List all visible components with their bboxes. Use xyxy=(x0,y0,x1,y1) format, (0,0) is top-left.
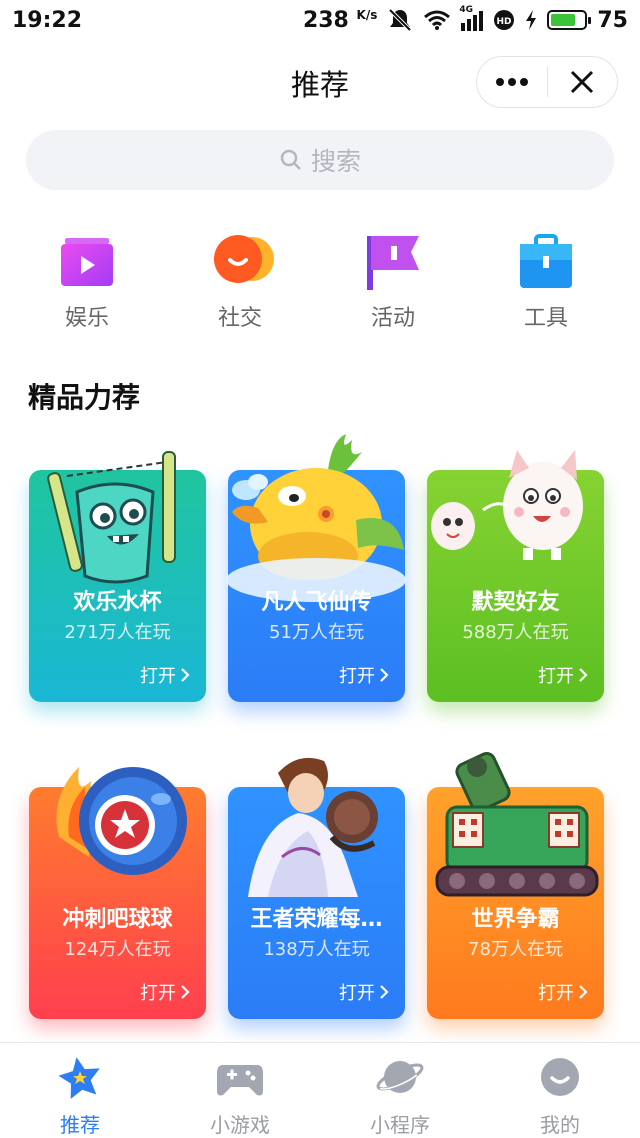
game-title: 王者荣耀每… xyxy=(250,907,383,932)
open-label: 打开 xyxy=(538,983,574,1004)
chevron-right-icon xyxy=(181,668,190,682)
search-icon xyxy=(280,149,301,170)
network-speed-value: 238 xyxy=(302,7,349,33)
game-card[interactable]: 默契好友 588万人在玩 打开 xyxy=(427,450,604,702)
game-title: 欢乐水杯 xyxy=(73,590,162,615)
game-players: 51万人在玩 xyxy=(269,622,364,643)
more-button[interactable] xyxy=(477,57,547,107)
tab-minigames[interactable]: 小游戏 xyxy=(180,1055,300,1138)
play-icon xyxy=(55,232,119,292)
chevron-right-icon xyxy=(181,985,190,999)
game-card[interactable]: 凡人飞仙传 51万人在玩 打开 xyxy=(226,434,406,702)
close-icon xyxy=(571,70,594,94)
category-label: 活动 xyxy=(370,306,415,331)
network-speed-unit: K/s xyxy=(356,7,378,22)
section-title: 精品力荐 xyxy=(28,381,141,414)
battery-icon xyxy=(547,10,592,30)
open-button[interactable]: 打开 xyxy=(140,662,190,688)
game-title: 默契好友 xyxy=(471,590,560,615)
game-players: 271万人在玩 xyxy=(64,622,171,643)
category-label: 社交 xyxy=(217,306,262,331)
hd-icon: HD xyxy=(494,10,515,30)
chevron-right-icon xyxy=(380,668,389,682)
tab-me[interactable]: 我的 xyxy=(500,1055,620,1138)
game-players: 588万人在玩 xyxy=(462,622,569,643)
bottom-tab-bar: 推荐 小游戏 小程序 我的 xyxy=(0,1042,640,1138)
battery-fill xyxy=(551,14,576,26)
status-time: 19:22 xyxy=(12,7,83,33)
open-label: 打开 xyxy=(339,666,375,687)
game-title: 冲刺吧球球 xyxy=(62,907,173,932)
menu-capsule xyxy=(476,56,618,108)
tab-recommend[interactable]: 推荐 xyxy=(20,1055,140,1138)
category-row: 娱乐 社交 活动 工具 xyxy=(0,232,640,332)
header: 推荐 xyxy=(0,50,640,112)
gamepad-icon xyxy=(217,1065,263,1096)
open-button[interactable]: 打开 xyxy=(339,662,389,688)
flag-icon xyxy=(361,232,425,292)
toolbox-icon xyxy=(514,232,578,292)
game-card[interactable]: 王者荣耀每… 138万人在玩 打开 xyxy=(228,757,405,1019)
category-activity[interactable]: 活动 xyxy=(333,232,453,332)
smile-face-icon xyxy=(541,1058,579,1096)
game-title: 凡人飞仙传 xyxy=(261,590,372,615)
open-button[interactable]: 打开 xyxy=(339,979,389,1005)
open-label: 打开 xyxy=(538,666,574,687)
tab-label: 推荐 xyxy=(60,1113,100,1137)
tab-label: 小程序 xyxy=(370,1113,430,1137)
category-entertainment[interactable]: 娱乐 xyxy=(27,232,147,332)
game-players: 138万人在玩 xyxy=(263,939,370,960)
wifi-icon xyxy=(424,10,451,30)
chat-bubble-icon xyxy=(208,232,274,292)
category-label: 娱乐 xyxy=(64,306,109,331)
open-button[interactable]: 打开 xyxy=(538,662,588,688)
open-label: 打开 xyxy=(140,666,176,687)
open-button[interactable]: 打开 xyxy=(140,979,190,1005)
star-icon xyxy=(58,1057,100,1099)
open-button[interactable]: 打开 xyxy=(538,979,588,1005)
game-title: 世界争霸 xyxy=(471,907,560,932)
more-dots-icon xyxy=(495,78,528,86)
status-indicators: 238 K/s 4G HD 75 xyxy=(303,5,628,33)
status-bar: 19:22 238 K/s 4G HD 75 xyxy=(0,0,640,40)
mute-icon xyxy=(388,8,412,32)
game-card[interactable]: 世界争霸 78万人在玩 打开 xyxy=(427,752,604,1019)
search-placeholder: 搜索 xyxy=(310,147,361,176)
game-players: 124万人在玩 xyxy=(64,939,171,960)
game-card[interactable]: 冲刺吧球球 124万人在玩 打开 xyxy=(29,767,206,1019)
svg-text:HD: HD xyxy=(497,17,512,27)
open-label: 打开 xyxy=(140,983,176,1004)
category-tools[interactable]: 工具 xyxy=(486,232,606,332)
network-type: 4G xyxy=(459,5,474,15)
chevron-right-icon xyxy=(579,668,588,682)
tab-label: 我的 xyxy=(540,1113,580,1137)
search-bar[interactable]: 搜索 xyxy=(26,130,614,190)
cellular-signal: 4G xyxy=(459,5,484,31)
tab-miniprograms[interactable]: 小程序 xyxy=(340,1055,460,1138)
chevron-right-icon xyxy=(380,985,389,999)
tab-label: 小游戏 xyxy=(210,1113,270,1137)
battery-percent: 75 xyxy=(597,7,628,33)
game-players: 78万人在玩 xyxy=(468,939,563,960)
network-speed: 238 K/s xyxy=(303,8,377,33)
open-label: 打开 xyxy=(339,983,375,1004)
chevron-right-icon xyxy=(579,985,588,999)
category-label: 工具 xyxy=(523,306,568,331)
game-card[interactable]: 欢乐水杯 271万人在玩 打开 xyxy=(29,451,206,702)
charging-icon xyxy=(526,10,537,30)
close-button[interactable] xyxy=(548,57,618,107)
planet-icon xyxy=(376,1061,424,1093)
category-social[interactable]: 社交 xyxy=(180,232,300,332)
